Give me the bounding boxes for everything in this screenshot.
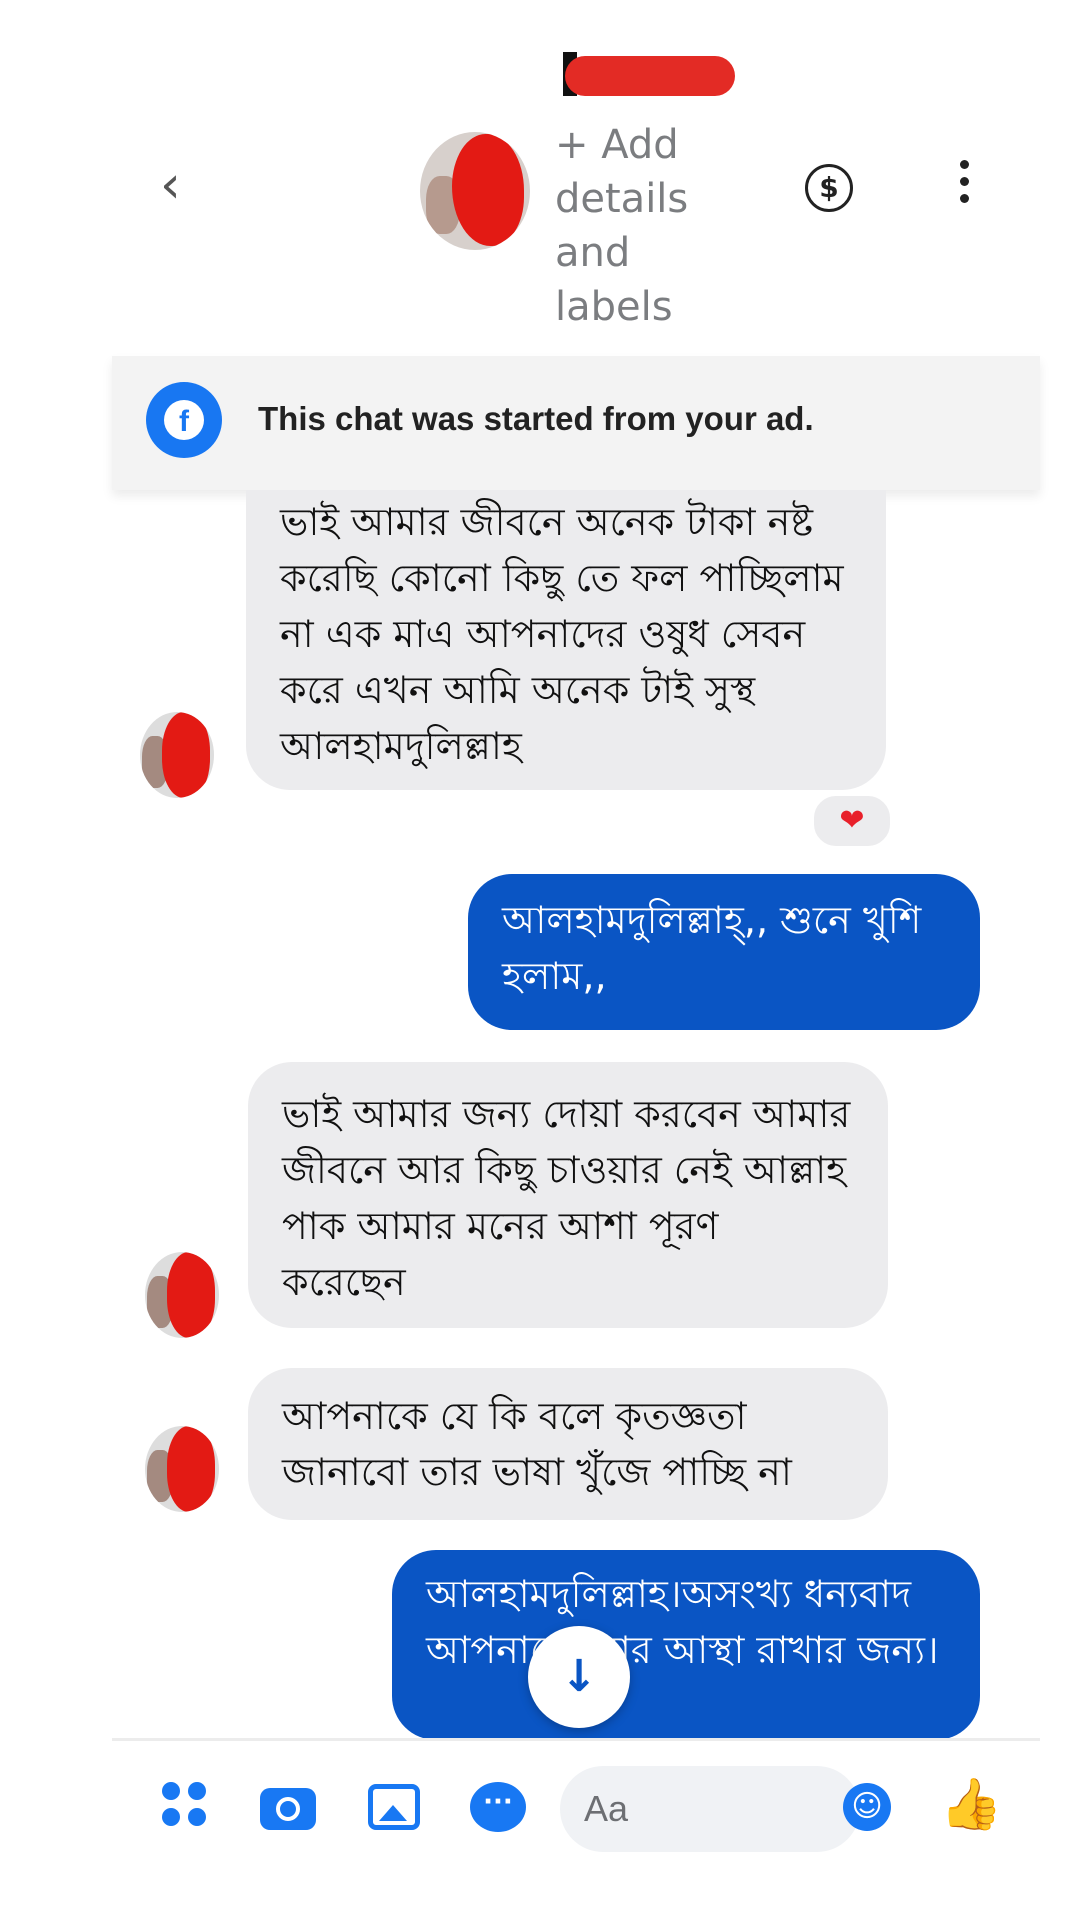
emoji-icon[interactable]: ☺ xyxy=(843,1783,891,1831)
ad-banner-text: This chat was started from your ad. xyxy=(258,400,814,437)
camera-icon[interactable] xyxy=(260,1788,316,1830)
vertical-dots-icon[interactable] xyxy=(958,160,970,210)
incoming-message[interactable]: ভাই আমার জন্য দোয়া করবেন আমার জীবনে আর … xyxy=(248,1062,888,1328)
chat-bubble-icon[interactable]: ··· xyxy=(470,1782,526,1832)
message-input[interactable]: Aa xyxy=(560,1766,860,1852)
outgoing-message[interactable]: আলহামদুলিল্লাহ্,, শুনে খুশি হলাম,, xyxy=(468,874,980,1030)
contact-avatar-small xyxy=(140,712,214,798)
facebook-icon: f xyxy=(146,382,222,458)
incoming-message[interactable]: আপনাকে যে কি বলে কৃতজ্ঞতা জানাবো তার ভাষ… xyxy=(248,1368,888,1520)
contact-avatar[interactable] xyxy=(420,132,530,250)
heart-reaction-icon[interactable]: ❤ xyxy=(810,792,894,850)
contact-name-redacted xyxy=(565,56,735,96)
thumbs-up-icon[interactable]: 👍 xyxy=(940,1774,1002,1834)
arrow-down-icon[interactable]: ↓ xyxy=(528,1626,630,1728)
contact-avatar-small xyxy=(145,1252,219,1338)
outgoing-message[interactable]: আলহামদুলিল্লাহ।অসংখ্য ধন্যবাদ আপনাকে স্য… xyxy=(392,1550,980,1740)
image-icon[interactable] xyxy=(368,1784,420,1830)
add-details-link[interactable]: + Add details and labels xyxy=(555,118,715,334)
incoming-message[interactable]: ভাই আমার জীবনে অনেক টাকা নষ্ট করেছি কোনো… xyxy=(246,490,886,790)
back-icon[interactable]: ‹ xyxy=(160,159,200,211)
dollar-circle-icon[interactable]: $ xyxy=(805,164,853,212)
contact-avatar-small xyxy=(145,1426,219,1512)
apps-icon[interactable] xyxy=(162,1782,210,1830)
